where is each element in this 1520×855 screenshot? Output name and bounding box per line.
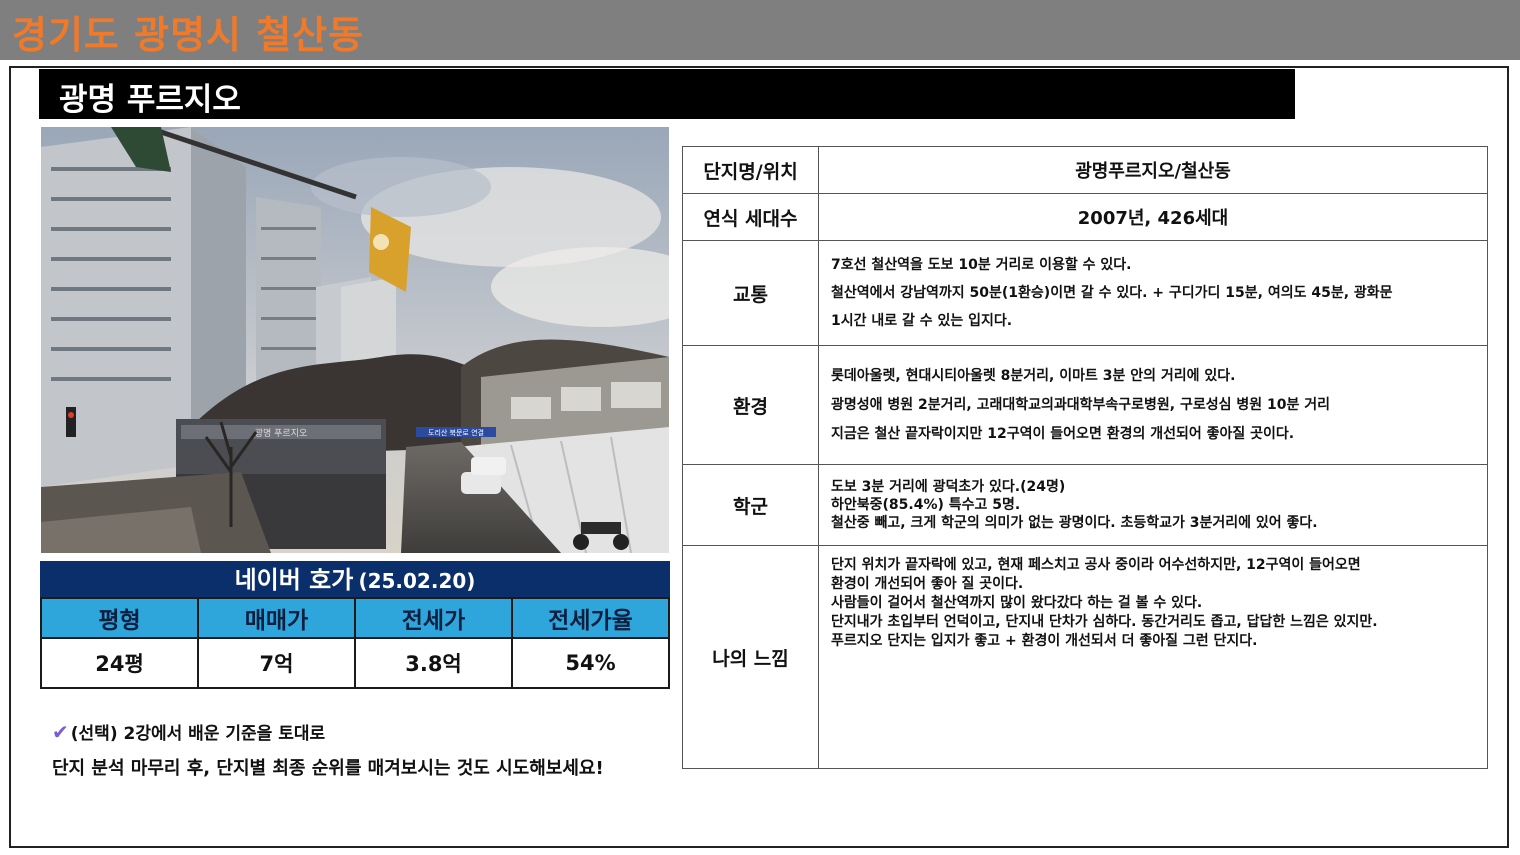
info-value-transport: 7호선 철산역을 도보 10분 거리로 이용할 수 있다. 철산역에서 강남역까… [818,240,1488,346]
note-line-1: ✔ (선택) 2강에서 배운 기준을 토대로 [52,719,325,744]
transport-line: 1시간 내로 갈 수 있는 입지다. [831,313,1013,329]
header-bar: 경기도 광명시 철산동 [0,0,1520,60]
environment-line: 광명성애 병원 2분거리, 고래대학교의과대학부속구로병원, 구로성심 병원 1… [831,396,1331,413]
environment-line: 롯데아울렛, 현대시티아울렛 8분거리, 이마트 3분 안의 거리에 있다. [831,367,1236,384]
info-row-year: 연식 세대수 2007년, 426세대 [682,193,1488,241]
complex-photo: 광명 푸르지오 도리산 북문로 연결 [41,127,669,553]
banner-sign: 도리산 북문로 연결 [428,428,484,437]
info-value-year: 2007년, 426세대 [818,193,1488,241]
info-row-environment: 환경 롯데아울렛, 현대시티아울렛 8분거리, 이마트 3분 안의 거리에 있다… [682,345,1488,465]
feeling-line: 단지내가 초입부터 언덕이고, 단지내 단차가 심하다. 동간거리도 좁고, 답… [831,614,1378,630]
school-line: 하안북중(85.4%) 특수고 5명. [831,497,1021,513]
info-label-name: 단지명/위치 [682,146,819,194]
school-line: 도보 3분 거리에 광덕초가 있다.(24명) [831,479,1066,495]
info-label-year: 연식 세대수 [682,193,819,241]
info-row-name: 단지명/위치 광명푸르지오/철산동 [682,146,1488,194]
info-row-school: 학군 도보 3분 거리에 광덕초가 있다.(24명) 하안북중(85.4%) 특… [682,464,1488,546]
price-title: 네이버 호가 [234,566,354,594]
price-value-sale: 7억 [197,637,356,689]
price-value-jeonse: 3.8억 [354,637,513,689]
complex-name-bar: 광명 푸르지오 [39,69,1295,119]
price-value-row: 24평 7억 3.8억 54% [40,637,670,689]
transport-line: 철산역에서 강남역까지 50분(1환승)이면 갈 수 있다. + 구디가디 15… [831,285,1393,301]
price-header-ratio: 전세가율 [511,597,670,639]
price-header-jeonse: 전세가 [354,597,513,639]
price-date: (25.02.20) [358,569,476,593]
info-label-environment: 환경 [682,345,819,465]
check-icon: ✔ [52,720,69,744]
info-value-name: 광명푸르지오/철산동 [818,146,1488,194]
environment-line: 지금은 철산 끝자락이지만 12구역이 들어오면 환경의 개선되어 좋아질 곳이… [831,425,1295,442]
school-line: 철산중 빼고, 크게 학군의 의미가 없는 광명이다. 초등학교가 3분거리에 … [831,515,1318,531]
transport-line: 7호선 철산역을 도보 10분 거리로 이용할 수 있다. [831,257,1132,273]
note-line-2: 단지 분석 마무리 후, 단지별 최종 순위를 매겨보시는 것도 시도해보세요! [52,758,604,779]
feeling-line: 푸르지오 단지는 입지가 좋고 + 환경이 개선되서 더 좋아질 그런 단지다. [831,633,1258,649]
price-value-ratio: 54% [511,637,670,689]
feeling-line: 사람들이 걸어서 철산역까지 많이 왔다갔다 하는 걸 볼 수 있다. [831,595,1203,611]
price-value-size: 24평 [40,637,199,689]
feeling-line: 단지 위치가 끝자락에 있고, 현재 페스치고 공사 중이라 어수선하지만, 1… [831,557,1361,573]
price-header-row: 평형 매매가 전세가 전세가율 [40,597,670,639]
info-value-feeling: 단지 위치가 끝자락에 있고, 현재 페스치고 공사 중이라 어수선하지만, 1… [818,545,1488,769]
region-title: 경기도 광명시 철산동 [12,13,365,57]
info-label-school: 학군 [682,464,819,546]
price-title-bar: 네이버 호가 (25.02.20) [40,561,670,597]
complex-name: 광명 푸르지오 [59,82,241,118]
note-line-1-text: (선택) 2강에서 배운 기준을 토대로 [70,724,326,744]
info-label-transport: 교통 [682,240,819,346]
price-header-size: 평형 [40,597,199,639]
info-value-environment: 롯데아울렛, 현대시티아울렛 8분거리, 이마트 3분 안의 거리에 있다. 광… [818,345,1488,465]
info-value-school: 도보 3분 거리에 광덕초가 있다.(24명) 하안북중(85.4%) 특수고 … [818,464,1488,546]
info-label-feeling: 나의 느낌 [682,545,819,769]
feeling-line: 환경이 개선되어 좋아 질 곳이다. [831,576,1024,592]
info-table: 단지명/위치 광명푸르지오/철산동 연식 세대수 2007년, 426세대 교통… [682,146,1488,769]
price-table: 평형 매매가 전세가 전세가율 24평 7억 3.8억 54% [40,597,670,689]
info-row-feeling: 나의 느낌 단지 위치가 끝자락에 있고, 현재 페스치고 공사 중이라 어수선… [682,545,1488,769]
price-header-sale: 매매가 [197,597,356,639]
street-photo-illustration: 광명 푸르지오 도리산 북문로 연결 [41,127,669,553]
info-row-transport: 교통 7호선 철산역을 도보 10분 거리로 이용할 수 있다. 철산역에서 강… [682,240,1488,346]
gate-sign: 광명 푸르지오 [255,427,308,439]
